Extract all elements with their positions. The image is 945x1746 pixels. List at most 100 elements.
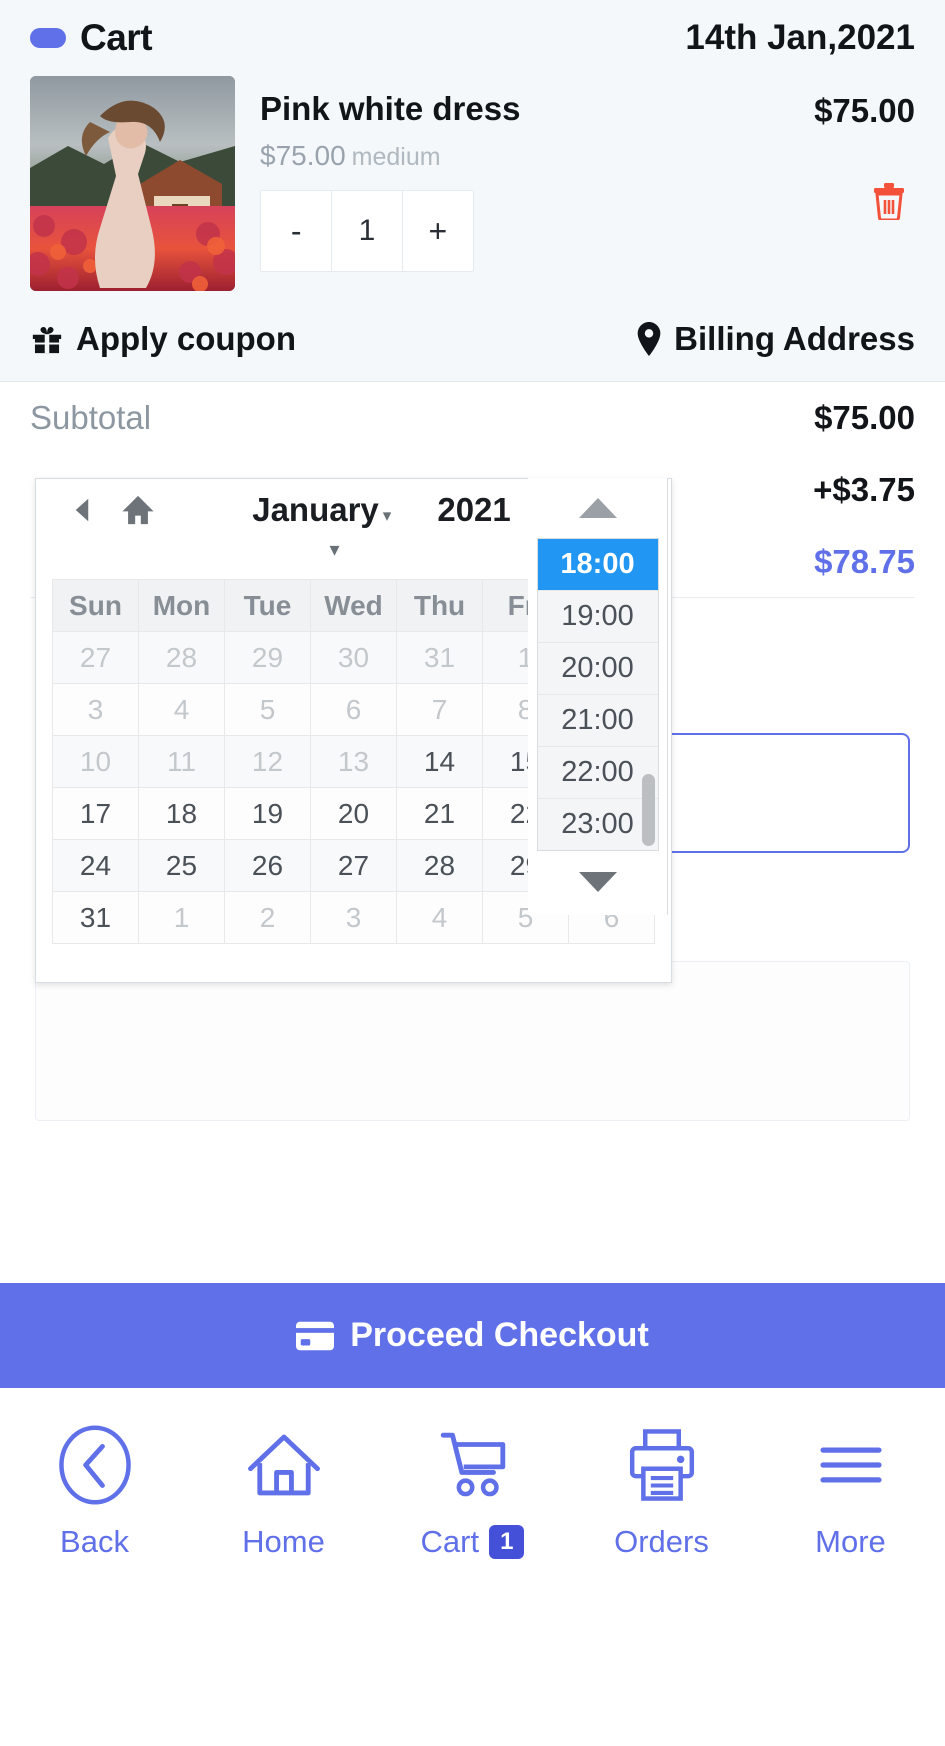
printer-icon xyxy=(629,1429,694,1501)
product-line-price: $75.00 xyxy=(814,92,915,129)
cart-indicator-dot xyxy=(30,28,66,48)
calendar-day-cell[interactable]: 21 xyxy=(397,788,483,840)
home-icon[interactable] xyxy=(112,494,164,526)
calendar-day-cell[interactable]: 12 xyxy=(225,736,311,788)
calendar-day-cell[interactable]: 24 xyxy=(53,840,139,892)
location-pin-icon xyxy=(637,322,661,356)
calendar-day-cell[interactable]: 13 xyxy=(311,736,397,788)
product-details: Pink white dress $75.00 medium - 1 + xyxy=(235,76,745,291)
nav-item-back[interactable]: Back xyxy=(15,1424,175,1560)
calendar-day-cell[interactable]: 31 xyxy=(53,892,139,944)
calendar-day-cell[interactable]: 5 xyxy=(225,684,311,736)
cart-actions-row: Apply coupon Billing Address xyxy=(30,297,915,381)
weekday-sun: Sun xyxy=(53,580,139,632)
bottom-navigation: Back Home Cart 1 Orders More xyxy=(0,1388,945,1746)
scroll-up-arrow-icon[interactable] xyxy=(576,478,620,538)
calendar-day-cell[interactable]: 19 xyxy=(225,788,311,840)
time-picker-popup: 18:00 19:00 20:00 21:00 22:00 23:00 xyxy=(528,478,668,915)
calendar-day-cell[interactable]: 3 xyxy=(53,684,139,736)
prev-arrow-icon[interactable] xyxy=(56,495,108,525)
product-meta: $75.00 medium xyxy=(260,140,745,172)
nav-label-home: Home xyxy=(242,1524,325,1560)
proceed-checkout-label: Proceed Checkout xyxy=(350,1316,649,1354)
month-label: January xyxy=(252,491,379,528)
scroll-down-arrow-icon[interactable] xyxy=(576,851,620,913)
trash-icon[interactable] xyxy=(873,182,905,225)
calendar-day-cell[interactable]: 11 xyxy=(139,736,225,788)
nav-item-more[interactable]: More xyxy=(771,1424,931,1560)
nav-item-home[interactable]: Home xyxy=(204,1424,364,1560)
calendar-day-cell[interactable]: 3 xyxy=(311,892,397,944)
subtotal-label: Subtotal xyxy=(30,399,152,436)
time-option[interactable]: 22:00 xyxy=(537,747,658,799)
subtotal-value: $75.00 xyxy=(814,399,915,436)
product-variant: medium xyxy=(351,143,441,171)
calendar-day-cell[interactable]: 29 xyxy=(225,632,311,684)
quantity-increase-button[interactable]: + xyxy=(402,191,473,271)
calendar-day-cell[interactable]: 18 xyxy=(139,788,225,840)
time-option-list[interactable]: 18:00 19:00 20:00 21:00 22:00 23:00 xyxy=(536,538,659,851)
calendar-day-cell[interactable]: 6 xyxy=(311,684,397,736)
cart-date: 14th Jan,2021 xyxy=(685,18,915,57)
time-option[interactable]: 23:00 xyxy=(537,799,658,850)
calendar-day-cell[interactable]: 28 xyxy=(397,840,483,892)
product-price-column: $75.00 xyxy=(745,76,915,291)
calendar-day-cell[interactable]: 10 xyxy=(53,736,139,788)
note-textarea[interactable] xyxy=(35,961,910,1121)
year-label[interactable]: 2021 xyxy=(437,491,510,529)
month-chevron-icon: ▾ xyxy=(382,506,392,525)
calendar-day-cell[interactable]: 4 xyxy=(397,892,483,944)
weekday-wed: Wed xyxy=(311,580,397,632)
nav-item-orders[interactable]: Orders xyxy=(582,1424,742,1560)
calendar-day-cell[interactable]: 17 xyxy=(53,788,139,840)
nav-label-orders: Orders xyxy=(614,1524,709,1560)
scroll-up-arrow-glyph xyxy=(578,498,617,518)
weekday-tue: Tue xyxy=(225,580,311,632)
calendar-day-cell[interactable]: 2 xyxy=(225,892,311,944)
cart-badge: 1 xyxy=(489,1525,525,1559)
calendar-day-cell[interactable]: 27 xyxy=(311,840,397,892)
product-image xyxy=(30,76,235,291)
calendar-day-cell[interactable]: 1 xyxy=(139,892,225,944)
total-row-subtotal: Subtotal $75.00 xyxy=(30,382,915,454)
nav-item-cart[interactable]: Cart 1 xyxy=(393,1424,553,1560)
time-option[interactable]: 20:00 xyxy=(537,643,658,695)
month-selector[interactable]: January ▾ xyxy=(252,491,391,529)
month-sub-chevron-icon[interactable]: ▾ xyxy=(330,537,340,562)
nav-text-orders: Orders xyxy=(614,1524,709,1559)
product-unit-price: $75.00 xyxy=(260,140,346,171)
calendar-day-cell[interactable]: 28 xyxy=(139,632,225,684)
calendar-day-cell[interactable]: 7 xyxy=(397,684,483,736)
calendar-day-cell[interactable]: 4 xyxy=(139,684,225,736)
time-options: 18:00 19:00 20:00 21:00 22:00 23:00 xyxy=(537,539,658,850)
proceed-checkout-button[interactable]: Proceed Checkout xyxy=(0,1283,945,1388)
grand-total-value: $78.75 xyxy=(814,542,915,580)
calendar-day-cell[interactable]: 26 xyxy=(225,840,311,892)
nav-text-more: More xyxy=(815,1524,886,1559)
nav-text-home: Home xyxy=(242,1524,325,1559)
quantity-stepper[interactable]: - 1 + xyxy=(260,190,474,272)
back-circle-icon xyxy=(58,1425,131,1505)
quantity-decrease-button[interactable]: - xyxy=(261,191,332,271)
apply-coupon-button[interactable]: Apply coupon xyxy=(30,320,296,358)
time-list-scrollbar[interactable] xyxy=(641,774,655,846)
trash-icon-glyph xyxy=(874,183,904,222)
time-option[interactable]: 19:00 xyxy=(537,591,658,643)
time-option-selected[interactable]: 18:00 xyxy=(537,539,658,591)
billing-address-button[interactable]: Billing Address xyxy=(636,320,915,358)
calendar-day-cell[interactable]: 25 xyxy=(139,840,225,892)
calendar-day-cell[interactable]: 27 xyxy=(53,632,139,684)
calendar-day-cell[interactable]: 20 xyxy=(311,788,397,840)
time-option[interactable]: 21:00 xyxy=(537,695,658,747)
product-photo xyxy=(30,76,235,291)
shopping-cart-icon xyxy=(440,1432,505,1497)
product-name: Pink white dress xyxy=(260,90,521,127)
calendar-day-cell[interactable]: 31 xyxy=(397,632,483,684)
calendar-day-cell[interactable]: 14 xyxy=(397,736,483,788)
hamburger-menu-icon xyxy=(819,1447,882,1483)
gift-icon xyxy=(32,326,62,354)
nav-label-more: More xyxy=(815,1524,886,1560)
tax-value: +$3.75 xyxy=(813,471,915,508)
cart-screen: Cart 14th Jan,2021 Pink white dress $75.… xyxy=(0,0,945,1746)
calendar-day-cell[interactable]: 30 xyxy=(311,632,397,684)
